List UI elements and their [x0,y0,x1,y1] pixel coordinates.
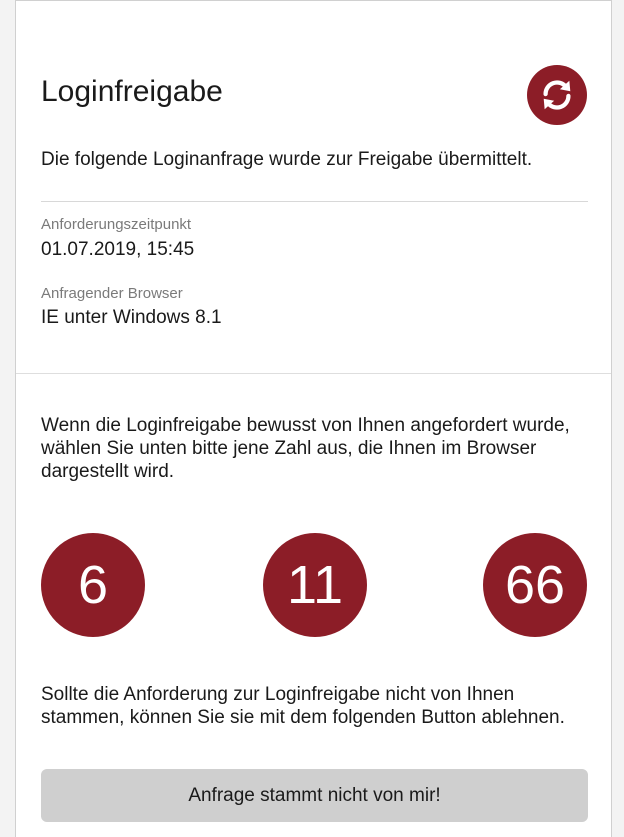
browser-value: IE unter Windows 8.1 [41,307,222,328]
page-title: Loginfreigabe [41,75,223,108]
refresh-icon [538,76,576,114]
number-choice-button[interactable]: 66 [483,533,587,637]
divider [41,201,588,202]
reject-info-text: Sollte die Anforderung zur Loginfreigabe… [41,684,565,728]
number-choice-button[interactable]: 6 [41,533,145,637]
reject-request-button[interactable]: Anfrage stammt nicht von mir! [41,769,588,822]
login-approval-screen: Loginfreigabe Die folgende Loginanfrage … [15,0,612,837]
request-intro-text: Die folgende Loginanfrage wurde zur Frei… [41,149,533,170]
section-divider [16,373,611,374]
request-details-card: Loginfreigabe Die folgende Loginanfrage … [16,1,611,373]
request-time-label: Anforderungszeitpunkt [41,216,192,233]
browser-label: Anfragender Browser [41,285,183,302]
number-choice-button[interactable]: 11 [263,533,367,637]
refresh-button[interactable] [527,65,587,125]
request-time-value: 01.07.2019, 15:45 [41,239,195,260]
selection-instruction: Wenn die Loginfreigabe bewusst von Ihnen… [41,415,570,482]
